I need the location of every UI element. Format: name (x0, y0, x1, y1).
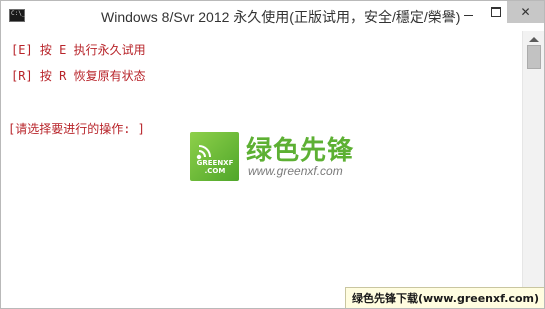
console-prompt: [请选择要进行的操作: ] (8, 122, 145, 136)
maximize-button[interactable] (482, 1, 509, 23)
signal-waves-icon (196, 145, 211, 160)
logo-text-line2: .COM (204, 167, 226, 175)
title-bar[interactable]: C:\_ Windows 8/Svr 2012 永久使用(正版试用，安全/穩定/… (1, 1, 544, 31)
brand-name: 绿色先锋 (246, 136, 355, 166)
minimize-button[interactable] (455, 1, 482, 23)
icon-text: C:\_ (11, 10, 26, 17)
vertical-scrollbar[interactable] (522, 31, 544, 308)
greenxf-logo-icon: GREENXF .COM (190, 132, 239, 181)
console-line-r: [R] 按 R 恢复原有状态 (11, 69, 146, 83)
close-button[interactable]: ✕ (507, 1, 544, 23)
bottom-watermark-banner: 绿色先锋下载(www.greenxf.com) (345, 287, 544, 308)
brand-url: www.greenxf.com (248, 164, 343, 178)
console-line-e: [E] 按 E 执行永久试用 (11, 43, 146, 57)
maximize-icon (490, 7, 501, 17)
logo-text-line1: GREENXF (196, 159, 234, 167)
minimize-icon (464, 14, 473, 16)
close-icon: ✕ (520, 5, 531, 19)
scroll-thumb[interactable] (527, 45, 541, 69)
logo-small-text: GREENXF .COM (193, 159, 237, 175)
window-title: Windows 8/Svr 2012 永久使用(正版试用，安全/穩定/榮譽) (101, 9, 461, 25)
scroll-up-arrow-icon[interactable] (529, 37, 539, 42)
console-window: C:\_ Windows 8/Svr 2012 永久使用(正版试用，安全/穩定/… (0, 0, 545, 309)
command-prompt-icon[interactable]: C:\_ (9, 9, 25, 22)
